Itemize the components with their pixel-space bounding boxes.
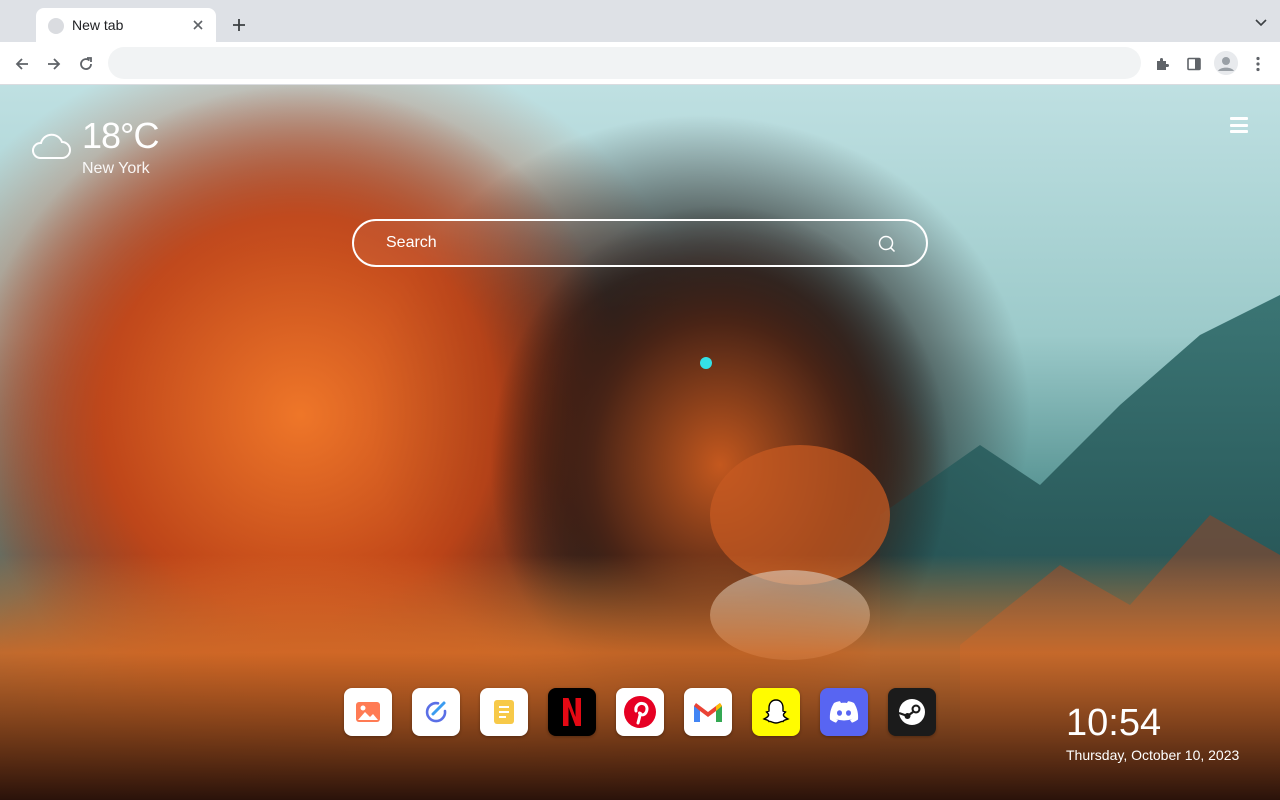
browser-toolbar xyxy=(0,42,1280,85)
app-discord[interactable] xyxy=(820,688,868,736)
check-pen-icon xyxy=(425,701,447,723)
address-bar[interactable] xyxy=(108,47,1141,79)
tab-strip: New tab xyxy=(0,0,1280,42)
back-button[interactable] xyxy=(12,54,32,74)
app-gmail[interactable] xyxy=(684,688,732,736)
tab-new-tab[interactable]: New tab xyxy=(36,8,216,42)
profile-avatar[interactable] xyxy=(1214,51,1238,75)
close-icon[interactable] xyxy=(188,15,208,35)
cloud-icon xyxy=(32,133,71,159)
clock-date: Thursday, October 10, 2023 xyxy=(1066,747,1240,763)
hamburger-menu-icon[interactable] xyxy=(1228,115,1250,135)
app-snapchat[interactable] xyxy=(752,688,800,736)
search-bar[interactable] xyxy=(352,219,928,267)
favicon-icon xyxy=(48,18,64,34)
snapchat-icon xyxy=(762,699,790,724)
note-icon xyxy=(494,700,514,724)
more-menu-icon[interactable] xyxy=(1247,53,1269,75)
side-panel-icon[interactable] xyxy=(1183,53,1205,75)
new-tab-button[interactable] xyxy=(228,14,250,36)
steam-icon xyxy=(898,699,925,725)
app-notes[interactable] xyxy=(480,688,528,736)
tab-title: New tab xyxy=(72,17,124,33)
app-netflix[interactable] xyxy=(548,688,596,736)
app-pinterest[interactable] xyxy=(616,688,664,736)
app-photos[interactable] xyxy=(344,688,392,736)
chevron-down-icon[interactable] xyxy=(1252,14,1270,32)
app-dock xyxy=(344,688,936,736)
forward-button[interactable] xyxy=(44,54,64,74)
gmail-icon xyxy=(694,703,722,722)
clock-time: 10:54 xyxy=(1066,702,1162,744)
reload-button[interactable] xyxy=(76,54,96,74)
clock-widget: 10:54 Thursday, October 10, 2023 xyxy=(1066,703,1239,763)
discord-icon xyxy=(829,701,859,723)
search-input[interactable] xyxy=(384,221,864,265)
new-tab-page: 18°C New York Search 10:54 Thursday, Oct… xyxy=(0,85,1280,800)
pinterest-icon xyxy=(624,696,656,728)
app-steam[interactable] xyxy=(888,688,936,736)
netflix-icon xyxy=(563,698,581,726)
app-tasks[interactable] xyxy=(412,688,460,736)
search-icon[interactable] xyxy=(878,235,896,253)
temperature: 18°C xyxy=(82,115,159,156)
city-name: New York xyxy=(82,160,150,177)
extensions-icon[interactable] xyxy=(1151,53,1173,75)
image-icon xyxy=(356,702,380,722)
